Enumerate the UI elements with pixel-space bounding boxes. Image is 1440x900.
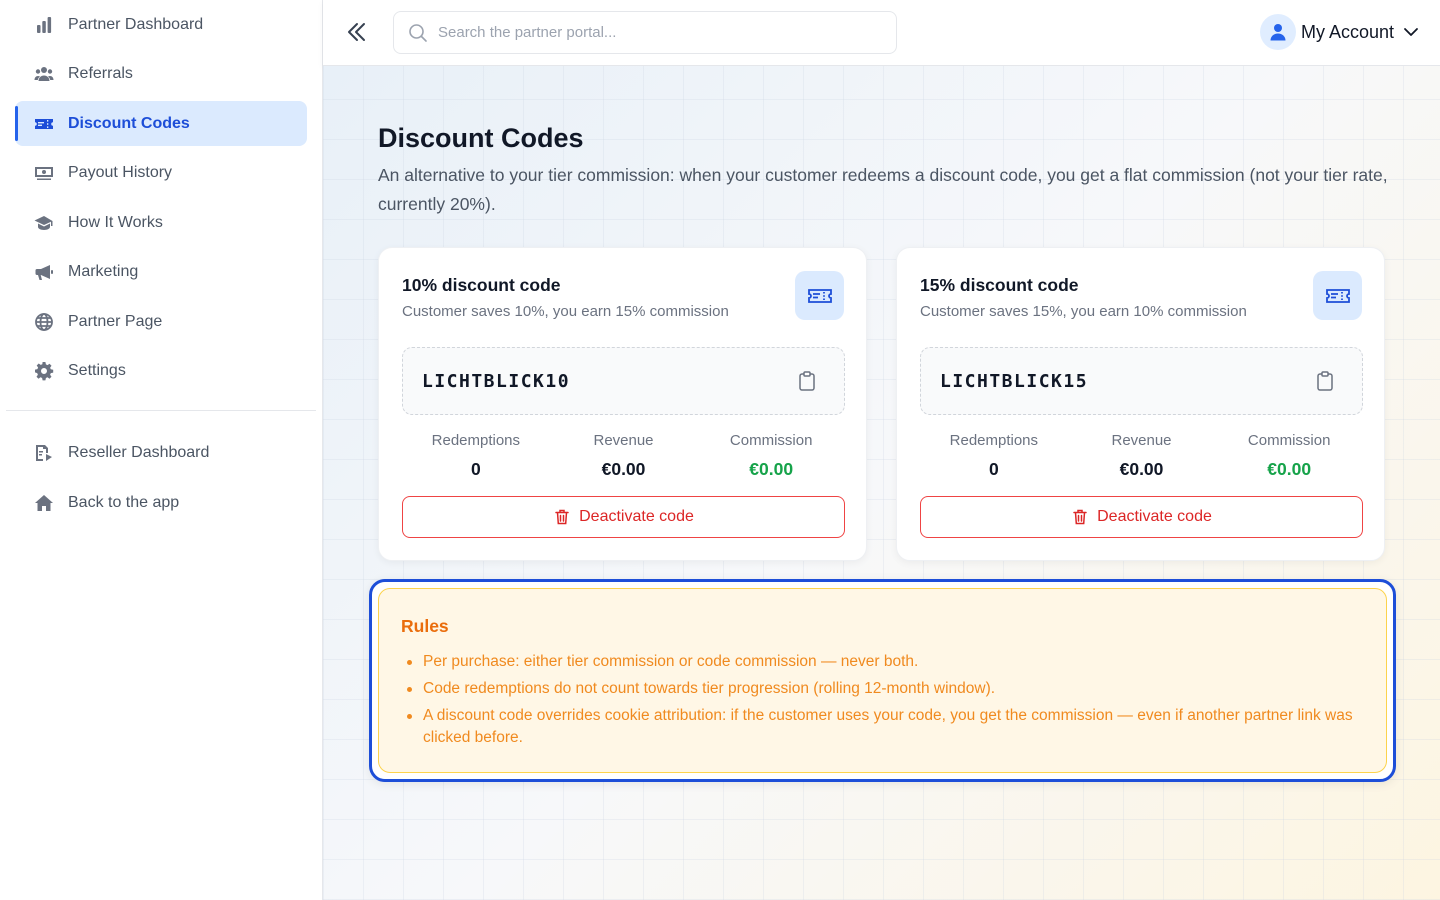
discount-code-card: 15% discount code Customer saves 15%, yo… xyxy=(896,247,1385,561)
stat-value: €0.00 xyxy=(601,459,646,479)
stat-redemptions: Redemptions 0 xyxy=(402,432,550,480)
sidebar-item-label: Reseller Dashboard xyxy=(68,444,210,461)
globe-icon xyxy=(33,311,55,333)
card-title: 15% discount code xyxy=(920,275,1079,295)
topbar: My Account xyxy=(323,0,1440,66)
stat-value: €0.00 xyxy=(749,459,794,479)
sidebar-item-label: Settings xyxy=(68,362,126,379)
trash-icon xyxy=(553,508,571,526)
page-description: An alternative to your tier commission: … xyxy=(378,165,1388,214)
money-bill-icon xyxy=(33,162,55,184)
user-avatar-icon xyxy=(1259,14,1296,50)
sidebar-item-partner-page[interactable]: Partner Page xyxy=(15,299,307,344)
stat-value: €0.00 xyxy=(1119,459,1164,479)
sidebar-item-label: Back to the app xyxy=(68,493,180,511)
card-subtitle: Customer saves 10%, you earn 15% commiss… xyxy=(402,303,729,320)
ticket-icon xyxy=(795,271,844,320)
sidebar-item-label: Payout History xyxy=(68,164,173,181)
home-icon xyxy=(33,492,55,514)
deactivate-label: Deactivate code xyxy=(579,508,694,525)
sidebar-item-marketing[interactable]: Marketing xyxy=(15,250,307,295)
sidebar-item-label: Partner Page xyxy=(68,312,163,330)
stat-commission: Commission €0.00 xyxy=(1215,432,1363,480)
stat-label: Redemptions xyxy=(431,432,521,449)
ticket-icon xyxy=(33,113,55,135)
page-title: Discount Codes xyxy=(378,123,584,153)
graduation-cap-icon xyxy=(33,212,55,234)
collapse-sidebar-icon[interactable] xyxy=(343,18,371,46)
card-subtitle: Customer saves 15%, you earn 10% commiss… xyxy=(920,303,1247,320)
rules-panel: Rules Per purchase: either tier commissi… xyxy=(378,588,1387,773)
discount-code: LICHTBLICK10 xyxy=(422,371,571,392)
clipboard-icon[interactable] xyxy=(1314,370,1336,392)
sidebar-item-how-it-works[interactable]: How It Works xyxy=(15,200,307,245)
discount-code: LICHTBLICK15 xyxy=(940,371,1089,392)
rules-panel-highlight: Rules Per purchase: either tier commissi… xyxy=(369,579,1396,782)
code-box: LICHTBLICK10 xyxy=(402,347,845,415)
sidebar-divider xyxy=(6,409,316,411)
bar-chart-icon xyxy=(33,14,55,36)
rule-item: Code redemptions do not count towards ti… xyxy=(401,678,1364,700)
sidebar-item-back-to-app[interactable]: Back to the app xyxy=(15,480,307,525)
stat-label: Revenue xyxy=(593,432,654,449)
stat-label: Commission xyxy=(1247,432,1331,449)
code-stats: Redemptions 0 Revenue €0.00 Commission €… xyxy=(920,432,1363,480)
deactivate-code-button[interactable]: Deactivate code xyxy=(920,496,1363,538)
main-content: Discount Codes An alternative to your ti… xyxy=(323,66,1440,900)
rule-item: Per purchase: either tier commission or … xyxy=(401,651,1364,673)
stat-commission: Commission €0.00 xyxy=(697,432,845,480)
users-icon xyxy=(33,63,55,85)
stat-label: Revenue xyxy=(1111,432,1172,449)
sidebar-item-settings[interactable]: Settings xyxy=(15,349,307,394)
account-menu[interactable]: My Account xyxy=(1259,14,1420,50)
stat-label: Redemptions xyxy=(949,432,1039,449)
sidebar-secondary-nav: Reseller Dashboard Back to the app xyxy=(0,429,322,526)
sidebar-nav: Partner Dashboard Referrals Discount Cod… xyxy=(0,0,322,394)
stat-value: 0 xyxy=(988,459,999,479)
sidebar-item-label: How It Works xyxy=(68,213,163,231)
stat-revenue: Revenue €0.00 xyxy=(550,432,698,480)
sidebar-item-discount-codes[interactable]: Discount Codes xyxy=(15,101,307,146)
sidebar-item-label: Referrals xyxy=(68,65,133,82)
rules-title: Rules xyxy=(401,616,449,636)
search-icon xyxy=(408,23,428,43)
search-input[interactable] xyxy=(438,24,896,41)
reseller-icon xyxy=(33,442,55,464)
sidebar-item-referrals[interactable]: Referrals xyxy=(15,52,307,97)
stat-label: Commission xyxy=(729,432,813,449)
chevron-down-icon xyxy=(1402,23,1420,41)
rules-list: Per purchase: either tier commission or … xyxy=(401,651,1364,749)
sidebar-item-label: Discount Codes xyxy=(68,114,190,132)
sidebar: Partner Dashboard Referrals Discount Cod… xyxy=(0,0,323,900)
code-box: LICHTBLICK15 xyxy=(920,347,1363,415)
deactivate-label: Deactivate code xyxy=(1097,508,1212,525)
account-label: My Account xyxy=(1300,21,1394,42)
stat-value: €0.00 xyxy=(1267,459,1312,479)
sidebar-item-reseller-dashboard[interactable]: Reseller Dashboard xyxy=(15,431,307,476)
trash-icon xyxy=(1071,508,1089,526)
sidebar-item-label: Partner Dashboard xyxy=(68,15,204,33)
code-stats: Redemptions 0 Revenue €0.00 Commission €… xyxy=(402,432,845,480)
search-bar[interactable] xyxy=(393,11,897,54)
gear-icon xyxy=(33,360,55,382)
megaphone-icon xyxy=(33,261,55,283)
card-title: 10% discount code xyxy=(402,275,561,295)
discount-code-card: 10% discount code Customer saves 10%, yo… xyxy=(378,247,867,561)
deactivate-code-button[interactable]: Deactivate code xyxy=(402,496,845,538)
sidebar-item-payout-history[interactable]: Payout History xyxy=(15,151,307,196)
rule-item: A discount code overrides cookie attribu… xyxy=(401,705,1364,749)
ticket-icon xyxy=(1313,271,1362,320)
sidebar-item-partner-dashboard[interactable]: Partner Dashboard xyxy=(15,2,307,47)
sidebar-item-label: Marketing xyxy=(68,263,139,280)
stat-revenue: Revenue €0.00 xyxy=(1068,432,1216,480)
stat-value: 0 xyxy=(470,459,481,479)
clipboard-icon[interactable] xyxy=(796,370,818,392)
stat-redemptions: Redemptions 0 xyxy=(920,432,1068,480)
